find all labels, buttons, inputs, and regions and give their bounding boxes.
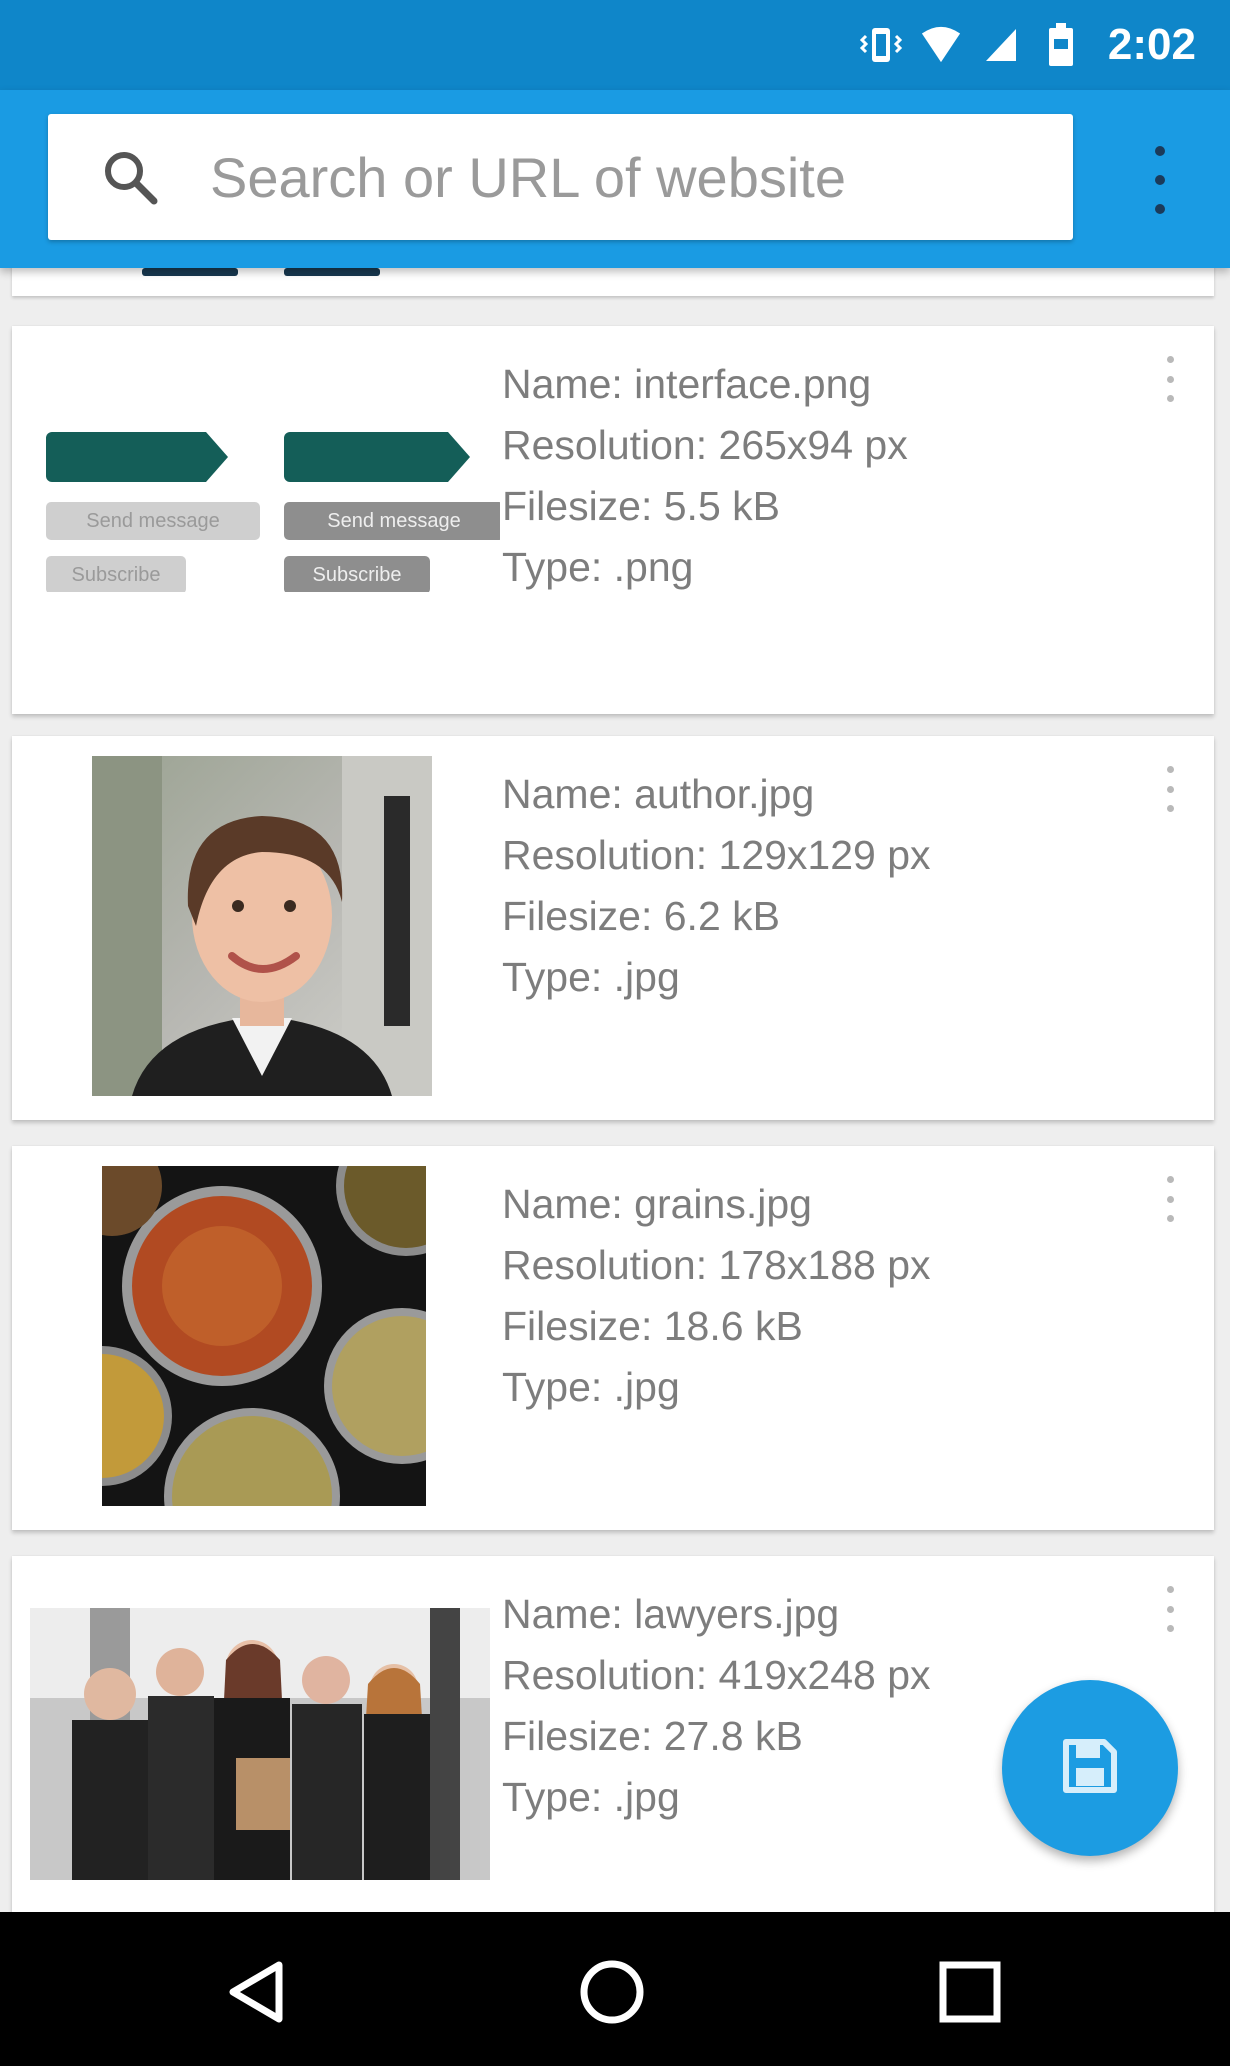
image-filesize: Filesize: 18.6 kB <box>502 1303 803 1349</box>
image-filesize: Filesize: 6.2 kB <box>502 893 780 939</box>
image-name: Name: author.jpg <box>502 771 815 817</box>
thumbnail-author <box>92 756 432 1096</box>
save-icon <box>1062 1738 1118 1799</box>
app-bar <box>0 90 1230 268</box>
navigation-bar <box>0 1912 1230 2066</box>
home-icon[interactable] <box>562 1942 662 2042</box>
battery-icon <box>1040 23 1082 66</box>
search-box[interactable] <box>48 114 1073 240</box>
image-info: Name: grains.jpg Resolution: 178x188 px … <box>502 1174 931 1418</box>
image-type: Type: .jpg <box>502 1774 680 1820</box>
list-item[interactable]: Name: author.jpg Resolution: 129x129 px … <box>12 736 1214 1120</box>
image-name: Name: lawyers.jpg <box>502 1591 840 1637</box>
image-type: Type: .jpg <box>502 1364 680 1410</box>
device-frame: 2:02 Send message Send message Subs <box>0 0 1230 2066</box>
screen: 2:02 Send message Send message Subs <box>0 0 1236 2066</box>
image-type: Type: .png <box>502 544 694 590</box>
status-time: 2:02 <box>1107 20 1196 69</box>
back-icon[interactable] <box>206 1942 306 2042</box>
image-resolution: Resolution: 265x94 px <box>502 422 908 468</box>
card-menu-icon[interactable] <box>1158 356 1182 402</box>
image-filesize: Filesize: 5.5 kB <box>502 483 780 529</box>
thumbnail-chip: Subscribe <box>284 556 430 592</box>
thumbnail-interface: Send message Send message Subscribe Subs… <box>30 422 500 592</box>
image-info: Name: author.jpg Resolution: 129x129 px … <box>502 764 931 1008</box>
list-item[interactable]: Name: grains.jpg Resolution: 178x188 px … <box>12 1146 1214 1530</box>
thumbnail-chip: Send message <box>284 502 500 540</box>
card-menu-icon[interactable] <box>1158 766 1182 812</box>
thumbnail-grains <box>102 1166 426 1506</box>
save-button[interactable] <box>1002 1680 1178 1856</box>
image-resolution: Resolution: 419x248 px <box>502 1652 931 1698</box>
status-bar: 2:02 <box>0 0 1230 90</box>
image-info: Name: interface.png Resolution: 265x94 p… <box>502 354 908 598</box>
image-name: Name: interface.png <box>502 361 872 407</box>
overflow-menu-icon[interactable] <box>1140 140 1180 220</box>
search-input[interactable] <box>210 114 1073 240</box>
image-type: Type: .jpg <box>502 954 680 1000</box>
image-info: Name: lawyers.jpg Resolution: 419x248 px… <box>502 1584 931 1828</box>
vibrate-icon <box>859 24 902 66</box>
thumbnail-lawyers <box>30 1608 490 1880</box>
wifi-icon <box>920 24 962 66</box>
image-name: Name: grains.jpg <box>502 1181 812 1227</box>
search-icon[interactable] <box>100 147 160 207</box>
cell-signal-icon <box>980 24 1022 66</box>
card-menu-icon[interactable] <box>1158 1176 1182 1222</box>
image-resolution: Resolution: 129x129 px <box>502 832 931 878</box>
image-resolution: Resolution: 178x188 px <box>502 1242 931 1288</box>
thumbnail-chip: Subscribe <box>46 556 186 592</box>
recents-icon[interactable] <box>920 1942 1020 2042</box>
thumbnail-chip: Send message <box>46 502 260 540</box>
card-menu-icon[interactable] <box>1158 1586 1182 1632</box>
list-item[interactable]: Send message Send message Subscribe Subs… <box>12 326 1214 714</box>
image-filesize: Filesize: 27.8 kB <box>502 1713 803 1759</box>
